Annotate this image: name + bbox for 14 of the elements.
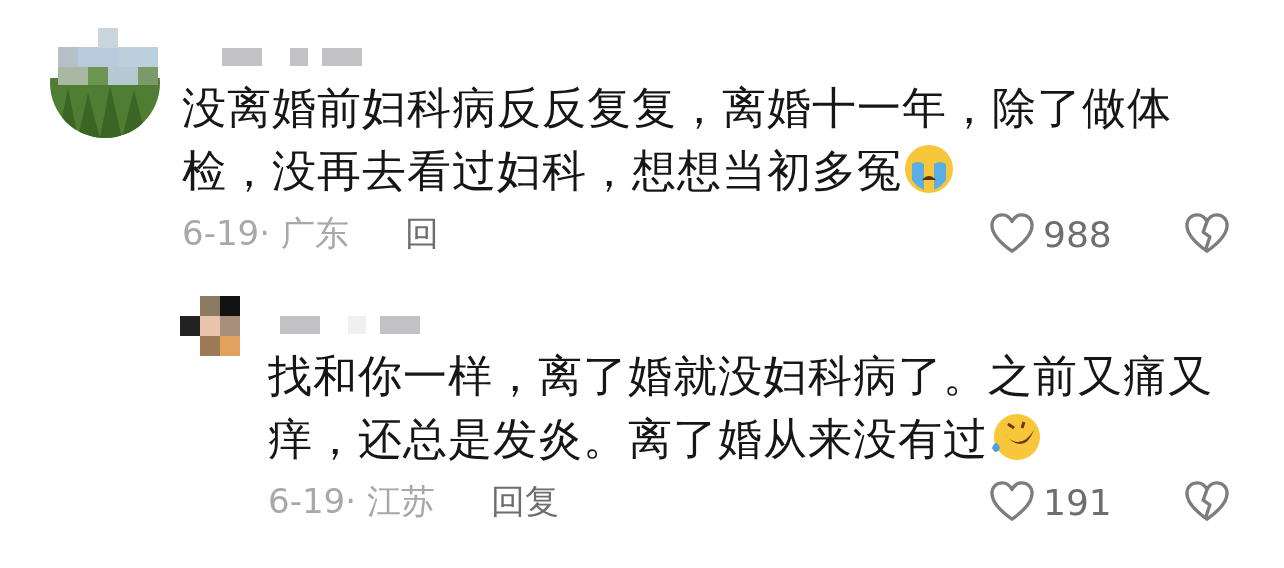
laughing-face-icon (990, 412, 1040, 462)
comment-text: 找和你一样，离了婚就没妇科病了。之前又痛又痒，还总是发炎。离了婚从来没有过 (268, 349, 1214, 466)
like-count: 988 (1043, 213, 1112, 255)
date-location: 6-19· 广东 (182, 212, 349, 255)
like-count: 191 (1043, 481, 1112, 523)
heart-icon[interactable] (989, 213, 1035, 255)
reply-link[interactable]: 回复 (490, 479, 559, 525)
comment-text: 没离婚前妇科病反反复复，离婚十一年，除了做体检，没再去看过妇科，想想当初多冤 (182, 81, 1173, 198)
broken-heart-icon[interactable] (1184, 213, 1230, 255)
broken-heart-icon[interactable] (1184, 481, 1230, 523)
crying-face-icon (904, 144, 954, 194)
date-location: 6-19· 江苏 (268, 480, 435, 523)
reply-link[interactable]: 回 (404, 211, 439, 257)
heart-icon[interactable] (989, 481, 1035, 523)
